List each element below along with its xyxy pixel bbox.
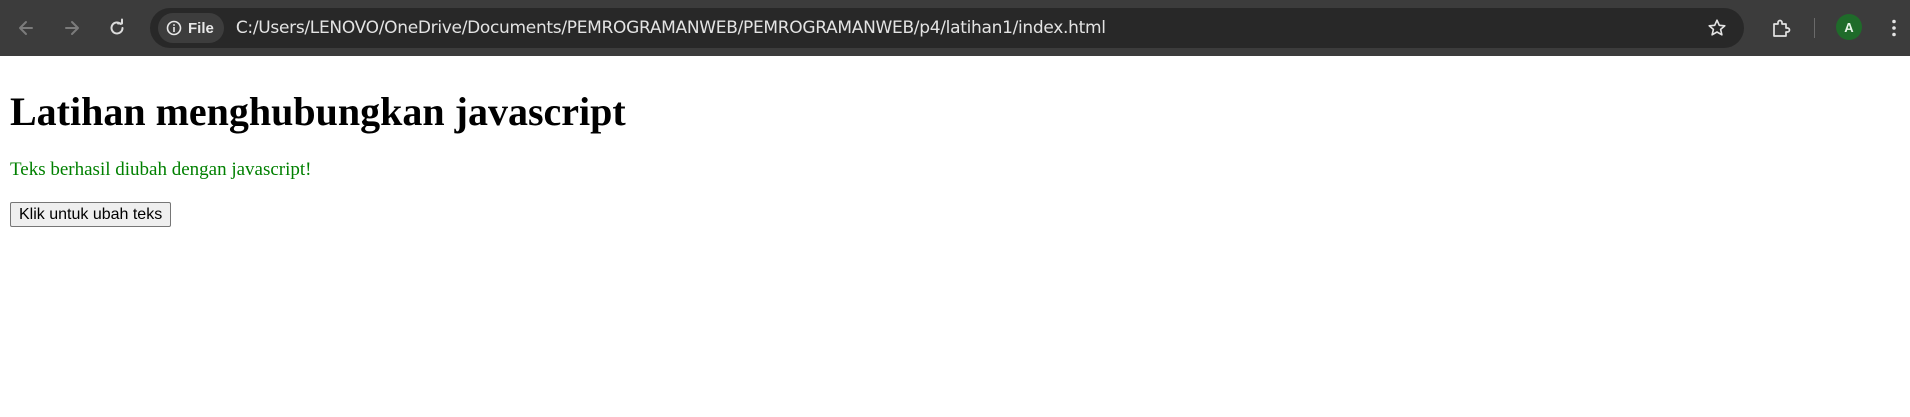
- profile-avatar[interactable]: A: [1836, 14, 1862, 40]
- back-icon: [19, 21, 33, 35]
- star-icon: [1708, 19, 1726, 36]
- forward-button[interactable]: [54, 10, 90, 46]
- back-button[interactable]: [8, 10, 44, 46]
- change-text-button[interactable]: Klik untuk ubah teks: [10, 202, 172, 227]
- address-bar[interactable]: File C:/Users/LENOVO/OneDrive/Documents/…: [150, 8, 1744, 48]
- bookmark-button[interactable]: [1706, 17, 1728, 39]
- extensions-button[interactable]: [1767, 14, 1795, 42]
- url-text[interactable]: C:/Users/LENOVO/OneDrive/Documents/PEMRO…: [236, 18, 1106, 38]
- reload-button[interactable]: [99, 10, 135, 46]
- page-content: Latihan menghubungkan javascript Teks be…: [0, 88, 1910, 227]
- toolbar-divider: [1814, 18, 1815, 38]
- site-info-chip[interactable]: File: [158, 13, 224, 43]
- browser-menu-button[interactable]: [1880, 14, 1908, 42]
- menu-icon: [1892, 19, 1896, 37]
- info-icon: [166, 20, 182, 36]
- reload-icon: [110, 18, 124, 35]
- browser-toolbar: File C:/Users/LENOVO/OneDrive/Documents/…: [0, 0, 1910, 56]
- status-message: Teks berhasil diubah dengan javascript!: [10, 159, 312, 180]
- forward-icon: [65, 21, 79, 35]
- site-chip-label: File: [188, 19, 214, 37]
- extensions-icon: [1773, 19, 1791, 37]
- page-heading: Latihan menghubungkan javascript: [10, 89, 626, 134]
